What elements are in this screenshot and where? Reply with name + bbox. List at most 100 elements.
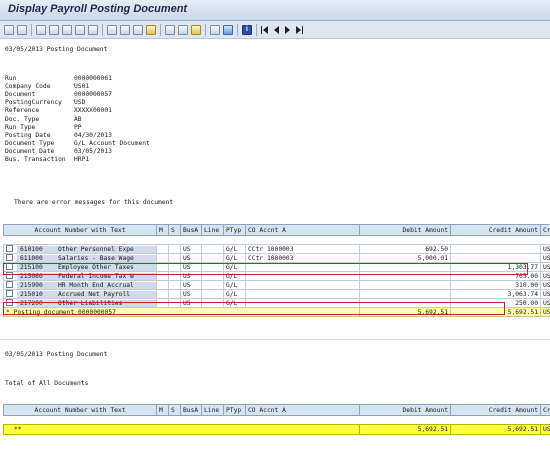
line-cell bbox=[201, 289, 224, 299]
credit-cell bbox=[450, 253, 541, 263]
details-icon[interactable] bbox=[4, 24, 14, 35]
col-busa[interactable]: BusA bbox=[180, 404, 202, 416]
toolbar-separator bbox=[237, 23, 238, 36]
field-value: G/L Account Document bbox=[74, 139, 150, 147]
next-page-icon[interactable] bbox=[285, 25, 290, 34]
crcy-cell: USD bbox=[540, 262, 550, 272]
account-number[interactable]: 610100 bbox=[20, 246, 58, 253]
row-select-checkbox[interactable] bbox=[6, 254, 13, 262]
account-number[interactable]: 611000 bbox=[20, 255, 58, 262]
field-label: Document bbox=[5, 91, 36, 99]
account-number[interactable]: 215990 bbox=[20, 282, 58, 289]
first-icon[interactable] bbox=[36, 24, 46, 35]
col-m[interactable]: M bbox=[156, 404, 169, 416]
field-value: US01 bbox=[74, 83, 90, 91]
col-s[interactable]: S bbox=[168, 224, 181, 236]
layout-icon[interactable] bbox=[165, 24, 175, 35]
row-select-checkbox[interactable] bbox=[6, 290, 13, 298]
m-cell bbox=[156, 253, 169, 263]
ptyp-cell: G/L bbox=[223, 280, 246, 290]
last-page-icon[interactable] bbox=[296, 25, 301, 34]
debit-cell bbox=[359, 280, 451, 290]
toolbar-separator bbox=[205, 23, 206, 36]
field-value: USD bbox=[74, 99, 86, 107]
export-icon[interactable] bbox=[133, 24, 143, 35]
toolbar-separator bbox=[160, 23, 161, 36]
account-text: Accrued Net Payroll bbox=[58, 290, 131, 298]
account-number[interactable]: 215010 bbox=[20, 291, 58, 298]
print-icon[interactable] bbox=[120, 24, 130, 35]
busa-cell: US bbox=[180, 244, 202, 254]
change-layout-icon[interactable] bbox=[178, 24, 188, 35]
table-row[interactable]: 215990HR Month End Accrual US G/L 310.00USD bbox=[3, 280, 550, 290]
credit-cell: 3,063.74 bbox=[450, 289, 541, 299]
col-account[interactable]: Account Number with Text bbox=[3, 224, 157, 236]
col-m[interactable]: M bbox=[156, 224, 169, 236]
line-cell bbox=[201, 253, 224, 263]
crcy-cell: USD bbox=[540, 298, 550, 308]
m-cell bbox=[156, 244, 169, 254]
prev-page-icon[interactable] bbox=[274, 25, 279, 34]
col-crcy[interactable]: Crcy bbox=[540, 404, 550, 416]
s-cell bbox=[168, 244, 181, 254]
row-select-checkbox[interactable] bbox=[6, 281, 13, 289]
s-cell bbox=[168, 253, 181, 263]
subtotal-icon[interactable] bbox=[107, 24, 117, 35]
s-cell bbox=[168, 289, 181, 299]
grand-total-credit: 5,692.51 bbox=[450, 424, 541, 435]
table-row[interactable]: 610100 Other Personnel Expe US G/L CCtr 1000… bbox=[3, 244, 550, 254]
application-toolbar: i bbox=[0, 21, 550, 39]
col-co-account[interactable]: CO Accnt A bbox=[245, 404, 360, 416]
col-co-account[interactable]: CO Accnt A bbox=[245, 224, 360, 236]
filter-icon[interactable] bbox=[75, 24, 85, 35]
table-row[interactable]: 215010Accrued Net Payroll US G/L 3,063.74US… bbox=[3, 289, 550, 299]
col-line[interactable]: Line bbox=[201, 404, 224, 416]
col-credit[interactable]: Credit Amount bbox=[450, 404, 541, 416]
toolbar-separator bbox=[256, 23, 257, 36]
account-text: Other Personnel Expe bbox=[58, 245, 134, 253]
col-account[interactable]: Account Number with Text bbox=[3, 404, 157, 416]
line-cell bbox=[201, 280, 224, 290]
col-ptyp[interactable]: PTyp bbox=[223, 224, 246, 236]
col-crcy[interactable]: Crcy bbox=[540, 224, 550, 236]
field-label: PostingCurrency bbox=[5, 99, 62, 107]
save-layout-icon[interactable] bbox=[191, 24, 201, 35]
table-row[interactable]: 611000 Salaries - Base Wage US G/L CCtr 1000… bbox=[3, 253, 550, 263]
col-debit[interactable]: Debit Amount bbox=[359, 224, 451, 236]
table-header: Account Number with Text M S BusA Line P… bbox=[3, 224, 550, 236]
window-title: Display Payroll Posting Document bbox=[8, 3, 188, 15]
sum-icon[interactable] bbox=[88, 24, 98, 35]
section-divider bbox=[0, 339, 550, 340]
grand-total-row: ** 5,692.51 5,692.51 USD bbox=[3, 424, 550, 435]
col-credit[interactable]: Credit Amount bbox=[450, 224, 541, 236]
sort-asc-icon[interactable] bbox=[49, 24, 59, 35]
field-label: Company Code bbox=[5, 83, 51, 91]
select-icon[interactable] bbox=[17, 24, 27, 35]
field-value: HRP1 bbox=[74, 156, 90, 163]
first-page-icon[interactable] bbox=[263, 25, 268, 34]
graphic-icon[interactable] bbox=[223, 24, 233, 35]
account-text: Salaries - Base Wage bbox=[58, 254, 134, 262]
debit-cell bbox=[359, 289, 451, 299]
field-label: Run Type bbox=[5, 123, 36, 131]
grand-total-label: ** bbox=[3, 424, 360, 435]
last-page-bar-icon bbox=[302, 25, 303, 34]
row-select-checkbox[interactable] bbox=[6, 245, 13, 253]
col-debit[interactable]: Debit Amount bbox=[359, 404, 451, 416]
info-icon[interactable]: i bbox=[242, 24, 252, 35]
highlight-box-217200 bbox=[3, 302, 505, 315]
col-ptyp[interactable]: PTyp bbox=[223, 404, 246, 416]
co-account-cell: CCtr 1000003 bbox=[245, 244, 360, 254]
crcy-cell: USD bbox=[540, 271, 550, 281]
mail-icon[interactable] bbox=[146, 24, 156, 35]
field-label: Document Type bbox=[5, 139, 55, 147]
sort-desc-icon[interactable] bbox=[62, 24, 72, 35]
col-line[interactable]: Line bbox=[201, 224, 224, 236]
col-busa[interactable]: BusA bbox=[180, 224, 202, 236]
window-title-bar: Display Payroll Posting Document bbox=[0, 0, 550, 21]
field-value: 0000000061 bbox=[74, 75, 112, 82]
ptyp-cell: G/L bbox=[223, 253, 246, 263]
co-account-cell bbox=[245, 289, 360, 299]
col-s[interactable]: S bbox=[168, 404, 181, 416]
grid-icon[interactable] bbox=[210, 24, 220, 35]
